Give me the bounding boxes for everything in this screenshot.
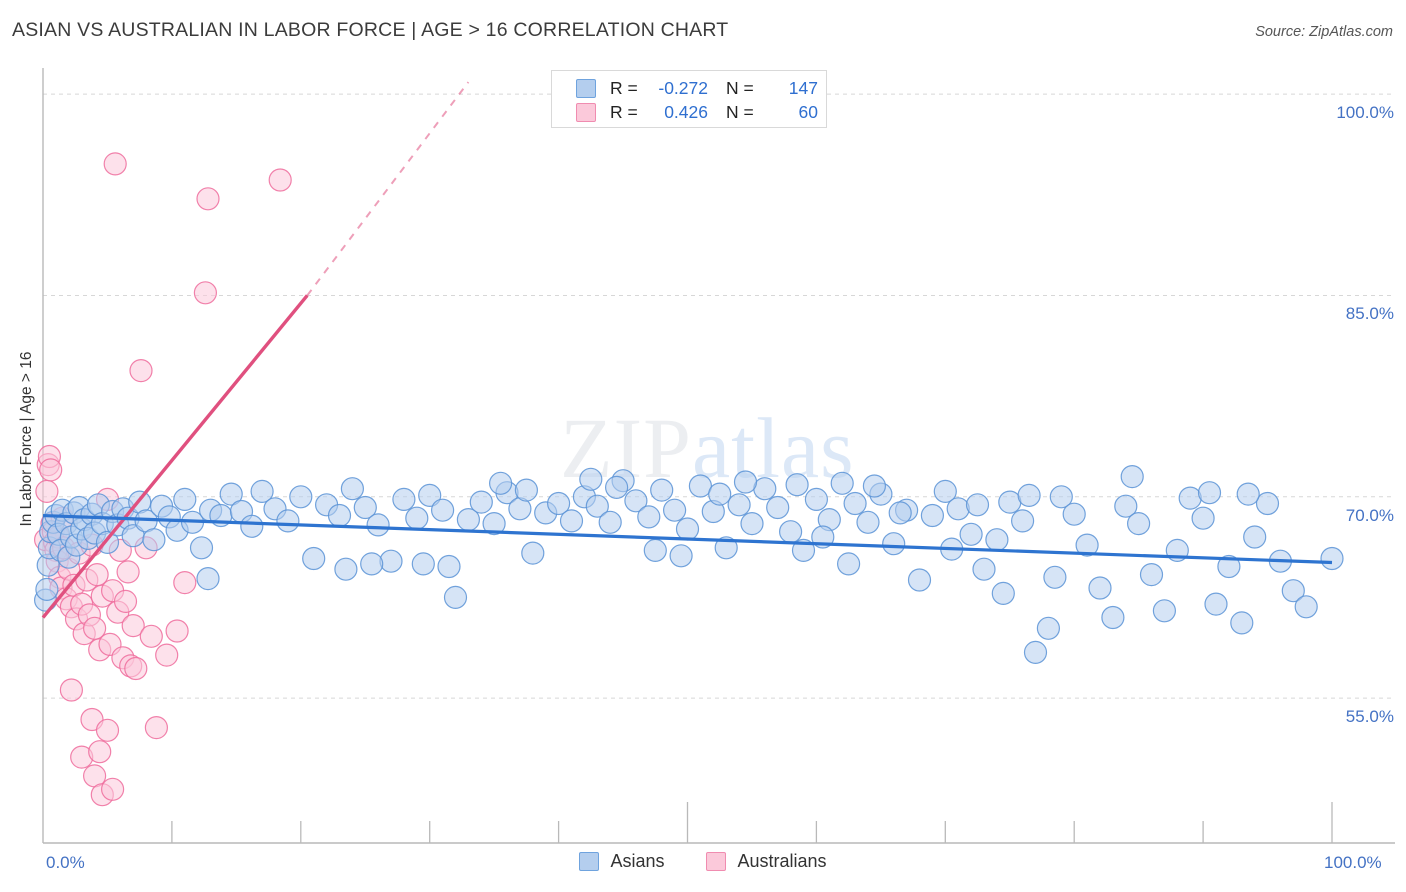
stat-n-value-australians: 60 bbox=[798, 101, 818, 122]
chart-root: ASIAN VS AUSTRALIAN IN LABOR FORCE | AGE… bbox=[0, 0, 1406, 892]
legend-item-asians[interactable]: Asians bbox=[579, 851, 664, 872]
stat-r-label-asians: R = bbox=[610, 77, 638, 98]
scatter-plot-canvas bbox=[33, 68, 1395, 844]
legend-swatch-asians bbox=[579, 852, 600, 871]
stat-n-value-asians: 147 bbox=[788, 77, 818, 98]
series-australians bbox=[33, 152, 292, 807]
stat-swatch-australians bbox=[576, 102, 596, 122]
y-tick-label-0: 100.0% bbox=[1336, 103, 1394, 123]
series-asians bbox=[33, 465, 1344, 665]
stat-r-value-australians: 0.426 bbox=[664, 101, 708, 122]
correlation-stats-box: R = -0.272 N = 147 R = 0.426 N = 60 bbox=[551, 70, 827, 128]
y-tick-label-2: 70.0% bbox=[1345, 505, 1394, 525]
stat-row-asians: R = -0.272 N = 147 bbox=[552, 76, 826, 100]
legend-item-australians[interactable]: Australians bbox=[706, 851, 827, 872]
stat-r-label-australians: R = bbox=[610, 101, 638, 122]
stat-n-label-asians: N = bbox=[726, 77, 754, 98]
stat-row-australians: R = 0.426 N = 60 bbox=[552, 100, 826, 124]
y-axis-title: In Labor Force | Age > 16 bbox=[18, 351, 35, 527]
y-tick-label-1: 85.0% bbox=[1345, 304, 1394, 324]
stat-swatch-asians bbox=[576, 78, 596, 98]
stat-n-label-australians: N = bbox=[726, 101, 754, 122]
legend-swatch-australians bbox=[706, 852, 727, 871]
stat-r-value-asians: -0.272 bbox=[658, 77, 708, 98]
legend-label-asians: Asians bbox=[610, 851, 665, 871]
stat-text-asians: R = -0.272 N = 147 bbox=[610, 78, 818, 99]
y-tick-label-3: 55.0% bbox=[1345, 707, 1394, 727]
series-legend: Asians Australians bbox=[0, 851, 1406, 872]
stat-text-australians: R = 0.426 N = 60 bbox=[610, 102, 818, 123]
legend-label-australians: Australians bbox=[737, 851, 827, 871]
